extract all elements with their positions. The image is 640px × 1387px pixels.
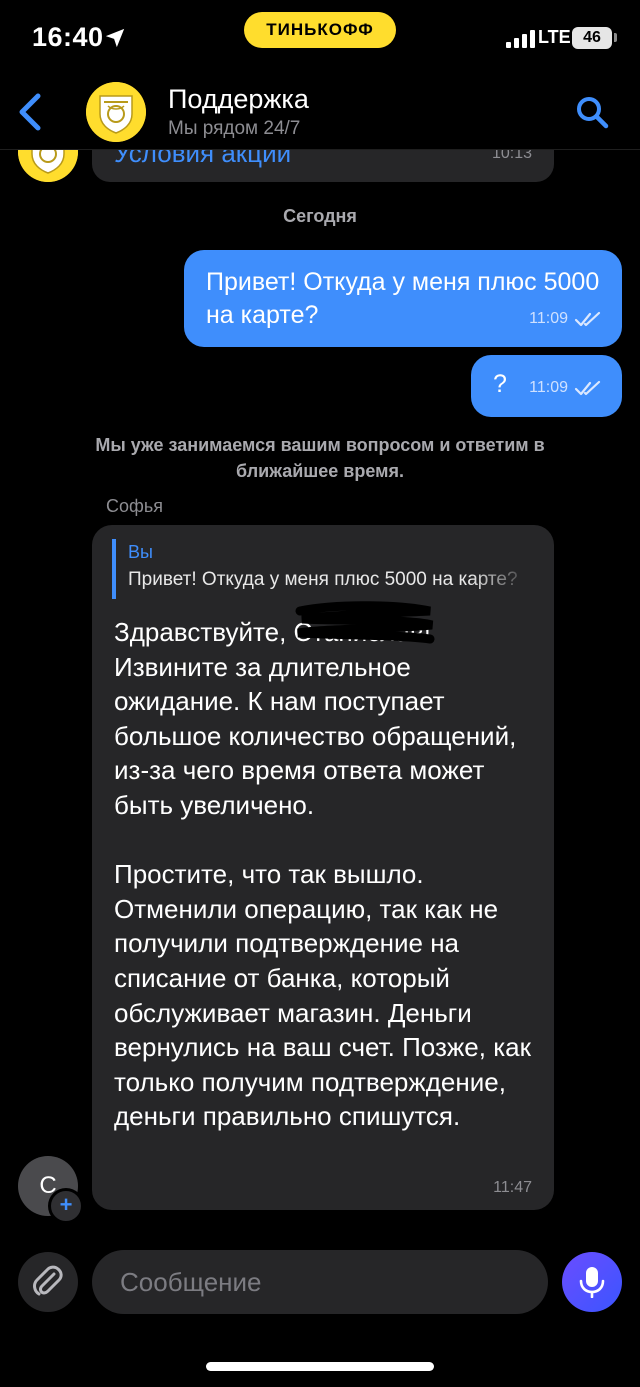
- double-check-icon: [574, 380, 601, 396]
- message-time: 11:09: [529, 310, 568, 327]
- chat-screen: 16:40 ТИНЬКОФФ LTE 46 Поддержка Мы рядом…: [0, 0, 640, 1387]
- chat-header: Поддержка Мы рядом 24/7: [0, 76, 640, 150]
- incoming-message-bubble[interactable]: Вы Привет! Откуда у меня плюс 5000 на ка…: [92, 525, 554, 1210]
- reply-author: Вы: [128, 542, 153, 562]
- support-avatar[interactable]: [86, 82, 146, 142]
- search-icon[interactable]: [574, 94, 610, 130]
- reply-text: Привет! Откуда у меня плюс 5000 на карте…: [128, 569, 518, 590]
- bank-shield-icon: [86, 82, 146, 142]
- message-meta: 11:09: [529, 310, 602, 328]
- battery-icon: 46: [572, 27, 612, 49]
- message-text: ?: [493, 370, 507, 398]
- outgoing-message-bubble[interactable]: Привет! Откуда у меня плюс 5000 на карте…: [184, 250, 622, 347]
- redaction-scribble: [295, 601, 435, 644]
- reply-quote[interactable]: Вы Привет! Откуда у меня плюс 5000 на ка…: [112, 539, 532, 599]
- date-separator: Сегодня: [283, 206, 357, 226]
- double-check-icon: [574, 311, 601, 327]
- message-text: Здравствуйте, Станислав! Извините за дли…: [114, 615, 544, 1169]
- battery-nub: [614, 33, 617, 42]
- message-paragraph: Простите, что так вышло. Отменили операц…: [114, 859, 531, 1132]
- chat-title: Поддержка: [168, 84, 309, 114]
- message-meta: 11:09: [529, 379, 602, 397]
- paperclip-icon: [33, 1265, 63, 1296]
- location-arrow-icon: [105, 28, 125, 48]
- outgoing-message-bubble[interactable]: ? 11:09: [471, 355, 622, 417]
- message-time: 11:47: [493, 1179, 532, 1196]
- back-chevron-icon[interactable]: [12, 88, 48, 136]
- home-indicator[interactable]: [206, 1362, 434, 1371]
- chat-subtitle: Мы рядом 24/7: [168, 118, 301, 139]
- status-bar: 16:40 ТИНЬКОФФ LTE 46: [0, 0, 640, 76]
- signal-icon: [506, 30, 535, 48]
- attach-button[interactable]: [18, 1252, 78, 1312]
- message-time: 11:09: [529, 379, 568, 396]
- brand-pill: ТИНЬКОФФ: [244, 12, 396, 48]
- agent-add-badge[interactable]: +: [48, 1188, 84, 1224]
- system-note: Мы уже занимаемся вашим вопросом и ответ…: [95, 435, 545, 481]
- microphone-icon: [579, 1267, 605, 1298]
- sender-name: Софья: [106, 496, 163, 516]
- message-input[interactable]: Сообщение: [92, 1250, 548, 1314]
- voice-message-button[interactable]: [562, 1252, 622, 1312]
- status-time: 16:40: [32, 22, 104, 52]
- network-type: LTE: [538, 27, 571, 47]
